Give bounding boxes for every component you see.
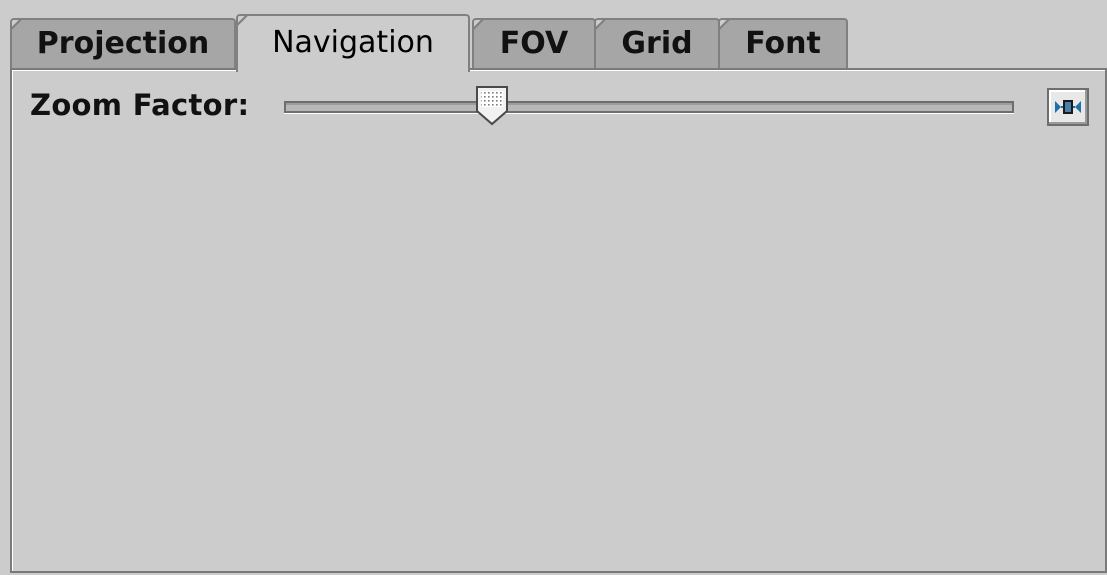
zoom-factor-slider[interactable] xyxy=(284,86,1014,126)
tab-strip: Projection Navigation FOV Grid Font xyxy=(0,0,1107,72)
tab-fov[interactable]: FOV xyxy=(472,18,596,70)
tab-projection[interactable]: Projection xyxy=(10,18,236,70)
slider-track[interactable] xyxy=(284,101,1014,113)
zoom-reset-button[interactable] xyxy=(1047,88,1089,126)
navigation-panel: Zoom Factor: xyxy=(10,68,1107,573)
tab-navigation[interactable]: Navigation xyxy=(236,14,470,72)
tab-grid[interactable]: Grid xyxy=(594,18,720,70)
tab-font[interactable]: Font xyxy=(718,18,848,70)
zoom-reset-icon xyxy=(1055,100,1081,114)
zoom-factor-label: Zoom Factor: xyxy=(30,88,250,122)
sky-view-settings-panel: Projection Navigation FOV Grid Font Zoom… xyxy=(0,0,1107,575)
slider-thumb[interactable] xyxy=(472,84,512,128)
slider-thumb-icon xyxy=(476,86,509,126)
